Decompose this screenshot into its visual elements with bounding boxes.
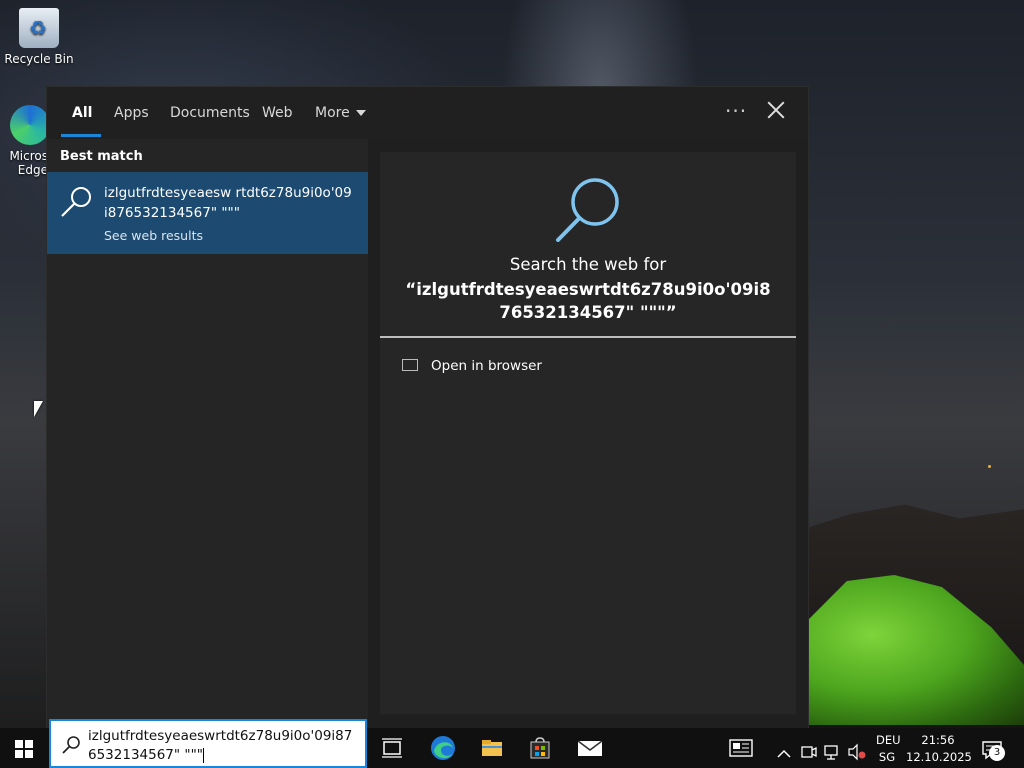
tab-documents[interactable]: Documents [170,105,250,121]
taskbar-search-box[interactable]: izlgutfrdtesyeaeswrtdt6z78u9i0o'09i87653… [49,719,367,768]
clock-time: 21:56 [921,733,955,747]
open-browser-icon [402,359,418,371]
file-explorer-icon[interactable] [480,736,504,760]
web-search-icon [556,178,619,242]
recycle-bin-icon [19,8,59,48]
search-panel: All Apps Documents Web More ··· Best mat… [47,87,808,728]
options-ellipsis-button[interactable]: ··· [725,99,747,123]
chevron-up-icon[interactable] [777,742,791,766]
tab-more-label: More [315,105,350,121]
preview-pane: Search the web for “izlgutfrdtesyeaeswrt… [380,152,796,714]
edge-icon [10,105,50,145]
network-icon[interactable] [824,740,842,764]
best-match-heading: Best match [60,149,143,164]
tab-web[interactable]: Web [262,105,293,121]
tab-apps[interactable]: Apps [114,105,149,121]
open-in-browser-label: Open in browser [431,358,542,374]
news-widget-icon[interactable] [729,738,753,758]
clock-date: 12.10.2025 [906,750,972,764]
edge-desktop-icon[interactable]: Micros Edge [0,105,50,177]
tab-all[interactable]: All [72,105,92,121]
search-input-text: izlgutfrdtesyeaeswrtdt6z78u9i0o'09i87653… [88,728,353,763]
active-tab-indicator [61,134,101,137]
notification-count-badge: 3 [989,745,1005,761]
edge-desktop-label: Micros Edge [9,149,48,177]
search-input[interactable]: izlgutfrdtesyeaeswrtdt6z78u9i0o'09i87653… [88,727,358,765]
meet-now-icon[interactable] [801,740,817,764]
mail-icon[interactable] [577,736,603,760]
volume-muted-icon[interactable] [848,740,866,764]
preview-heading: Search the web for [509,255,667,274]
star-dot [988,465,991,468]
caret-down-icon [355,110,366,116]
language-top: DEU [876,733,901,747]
best-match-result[interactable]: izlgutfrdtesyeaesw rtdt6z78u9i0o'09i8765… [47,172,368,254]
search-icon [61,187,91,217]
result-subtitle: See web results [104,228,203,243]
results-pane: Best match izlgutfrdtesyeaesw rtdt6z78u9… [47,139,368,728]
close-icon[interactable] [765,99,787,121]
recycle-bin-desktop-icon[interactable]: Recycle Bin [0,8,78,66]
preview-divider [380,336,796,338]
language-indicator[interactable]: DEU SG [876,733,901,764]
preview-query: “izlgutfrdtesyeaeswrtdt6z78u9i0o'09i8765… [405,280,771,322]
edge-taskbar-icon[interactable] [430,735,456,761]
microsoft-store-icon[interactable] [528,736,552,760]
tab-more[interactable]: More [315,105,366,121]
search-tabs: All Apps Documents Web More ··· [47,87,808,139]
recycle-bin-label: Recycle Bin [4,52,74,66]
text-caret [203,747,205,763]
mouse-pointer [34,401,43,417]
task-view-icon[interactable] [380,736,404,760]
result-title: izlgutfrdtesyeaesw rtdt6z78u9i0o'09i8765… [104,185,352,221]
search-icon [62,736,80,754]
language-bottom: SG [878,750,896,764]
clock[interactable]: 21:56 12.10.2025 [906,733,972,764]
windows-start-icon[interactable] [15,740,33,758]
